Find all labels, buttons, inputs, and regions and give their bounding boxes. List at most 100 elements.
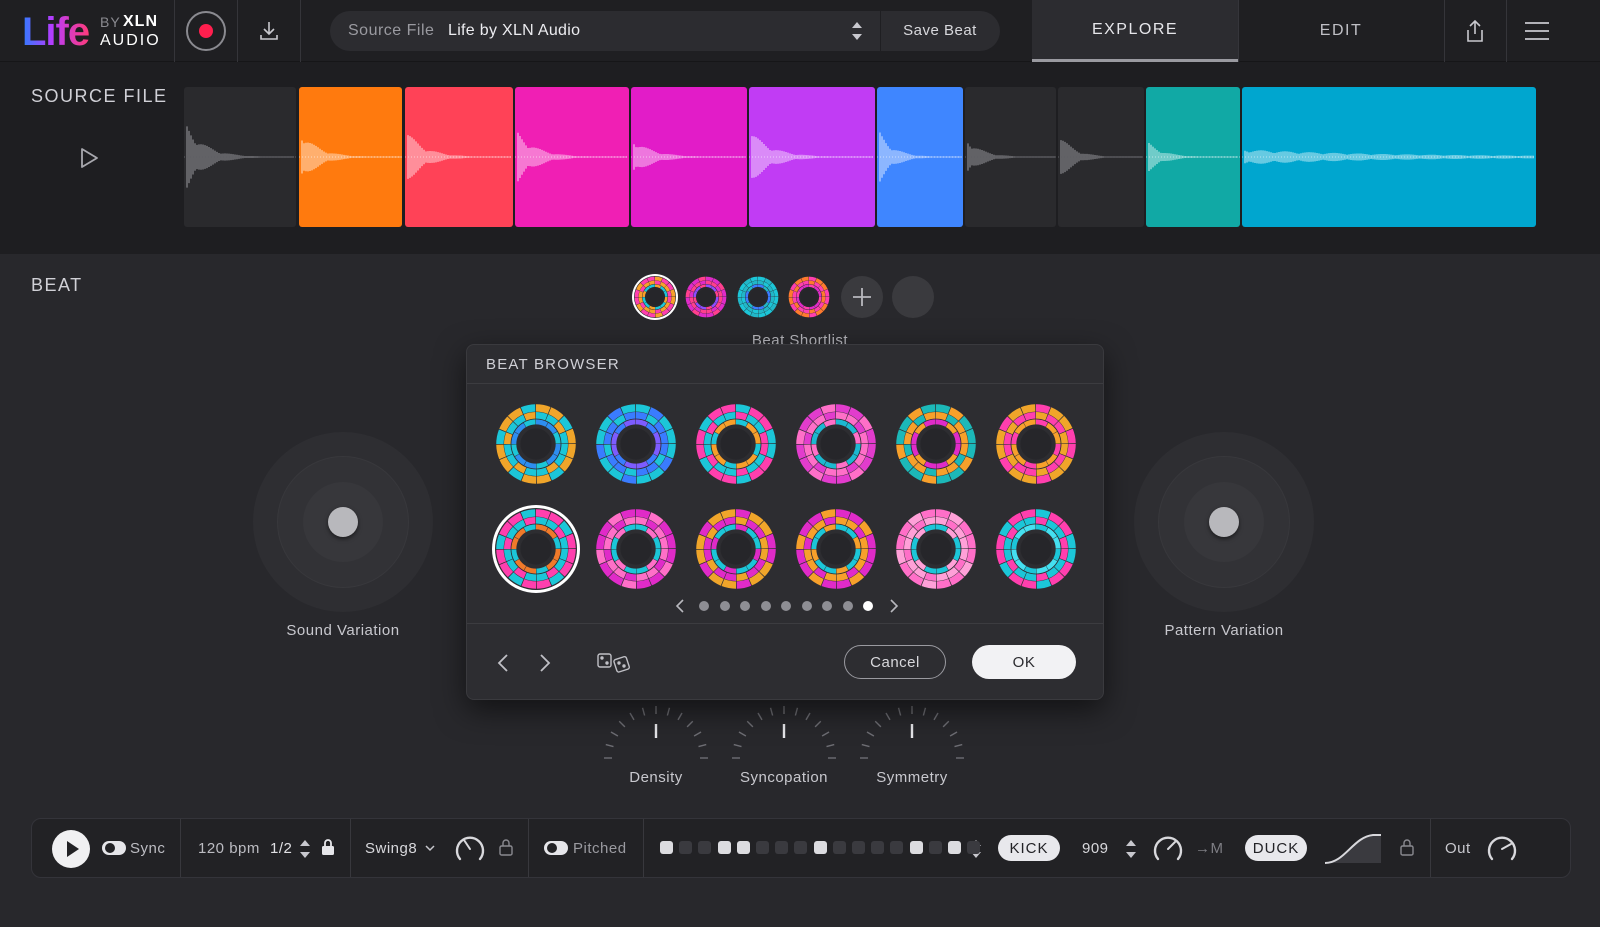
- swing-knob-icon[interactable]: [452, 831, 488, 867]
- save-beat-button[interactable]: Save Beat: [890, 22, 990, 39]
- duck-lock-icon[interactable]: [1399, 837, 1415, 857]
- sound-variation-pad[interactable]: [253, 432, 433, 612]
- sequencer-step[interactable]: [679, 841, 693, 854]
- sequencer-step[interactable]: [890, 841, 904, 854]
- beat-grid-item[interactable]: [495, 508, 577, 590]
- tab-explore[interactable]: EXPLORE: [1032, 0, 1238, 62]
- source-waveform[interactable]: [184, 87, 1568, 227]
- play-source-icon[interactable]: [78, 146, 100, 170]
- swing-lock-icon[interactable]: [498, 837, 514, 857]
- pattern-variation-handle[interactable]: [1209, 507, 1239, 537]
- beat-grid-item[interactable]: [495, 403, 577, 485]
- source-file-selector[interactable]: Source File Life by XLN Audio Save Beat: [330, 11, 1000, 51]
- chevron-down-icon[interactable]: [424, 843, 436, 853]
- waveform-segment[interactable]: [1058, 87, 1144, 227]
- sequencer-step[interactable]: [775, 841, 789, 854]
- page-dot[interactable]: [801, 601, 812, 611]
- sequencer-step[interactable]: [832, 841, 846, 854]
- randomize-dice-icon[interactable]: [595, 651, 635, 675]
- division-value[interactable]: 1/2: [270, 840, 292, 857]
- sequencer-step[interactable]: [852, 841, 865, 854]
- beat-grid-item[interactable]: [795, 508, 877, 590]
- symmetry-dial[interactable]: [857, 700, 967, 760]
- next-beat-icon[interactable]: [537, 652, 553, 674]
- beat-grid-item[interactable]: [695, 508, 777, 590]
- shortlist-beat[interactable]: [685, 276, 727, 318]
- beat-grid-item[interactable]: [595, 508, 677, 590]
- pitched-toggle[interactable]: [544, 841, 568, 855]
- tempo-value[interactable]: 120 bpm: [198, 840, 260, 857]
- division-stepper-icon[interactable]: [298, 836, 312, 862]
- waveform-segment[interactable]: [749, 87, 875, 227]
- page-prev-icon[interactable]: [673, 597, 687, 615]
- shortlist-beat[interactable]: [788, 276, 830, 318]
- share-button[interactable]: [1458, 14, 1492, 48]
- menu-button[interactable]: [1520, 14, 1554, 48]
- waveform-segment[interactable]: [1146, 87, 1240, 227]
- beat-grid-item[interactable]: [595, 403, 677, 485]
- kit-value[interactable]: 909: [1082, 840, 1109, 857]
- shortlist-beat[interactable]: [737, 276, 779, 318]
- page-dot[interactable]: [719, 601, 730, 611]
- sound-variation-handle[interactable]: [328, 507, 358, 537]
- tab-edit[interactable]: EDIT: [1238, 0, 1444, 62]
- page-dot[interactable]: [760, 601, 771, 611]
- waveform-segment[interactable]: [299, 87, 402, 227]
- sequencer-step[interactable]: [871, 841, 885, 854]
- beat-grid-item[interactable]: [795, 403, 877, 485]
- waveform-segment[interactable]: [965, 87, 1056, 227]
- density-dial[interactable]: [601, 700, 711, 760]
- syncopation-dial[interactable]: [729, 700, 839, 760]
- sequencer-step[interactable]: [813, 841, 827, 854]
- waveform-segment[interactable]: [1242, 87, 1536, 227]
- cancel-button[interactable]: Cancel: [844, 645, 946, 679]
- sequencer-step[interactable]: [698, 841, 712, 854]
- beat-grid-item[interactable]: [695, 403, 777, 485]
- ok-button[interactable]: OK: [972, 645, 1076, 679]
- waveform-segment[interactable]: [405, 87, 513, 227]
- kit-knob-icon[interactable]: [1150, 831, 1186, 867]
- waveform-segment[interactable]: [184, 87, 296, 227]
- sequencer-step[interactable]: [736, 841, 750, 854]
- duck-curve-icon[interactable]: [1323, 831, 1383, 867]
- up-down-arrows-icon[interactable]: [848, 17, 866, 45]
- beat-grid-item[interactable]: [895, 403, 977, 485]
- beat-grid-item[interactable]: [895, 508, 977, 590]
- to-master-label[interactable]: →M: [1195, 840, 1224, 857]
- sequencer-step[interactable]: [756, 841, 769, 854]
- page-dot[interactable]: [822, 601, 832, 611]
- duck-button[interactable]: DUCK: [1245, 835, 1307, 861]
- pattern-variation-pad[interactable]: [1134, 432, 1314, 612]
- previous-beat-icon[interactable]: [495, 652, 511, 674]
- sequencer-step[interactable]: [717, 841, 731, 854]
- sequencer-step[interactable]: [909, 841, 923, 854]
- page-dot[interactable]: [699, 601, 709, 611]
- output-knob-icon[interactable]: [1484, 831, 1520, 867]
- sequencer-step[interactable]: [948, 841, 961, 854]
- waveform-segment[interactable]: [631, 87, 747, 227]
- sync-toggle[interactable]: [102, 841, 126, 855]
- swing-select[interactable]: Swing8: [365, 840, 417, 857]
- page-dot[interactable]: [781, 601, 791, 611]
- waveform-segment[interactable]: [515, 87, 629, 227]
- page-next-icon[interactable]: [887, 597, 901, 615]
- record-button[interactable]: [186, 11, 226, 51]
- beat-grid-item[interactable]: [995, 508, 1077, 590]
- download-button[interactable]: [252, 14, 286, 48]
- lock-icon[interactable]: [320, 837, 336, 857]
- shortlist-beat[interactable]: [634, 276, 676, 318]
- sequencer-step[interactable]: [967, 841, 981, 854]
- waveform-segment[interactable]: [877, 87, 963, 227]
- kit-stepper-icon[interactable]: [1124, 836, 1138, 862]
- add-to-shortlist-button[interactable]: [841, 276, 883, 318]
- play-button[interactable]: [52, 830, 90, 868]
- page-dot[interactable]: [842, 601, 853, 611]
- page-dot[interactable]: [740, 601, 750, 611]
- page-dot[interactable]: [863, 601, 873, 611]
- kick-button[interactable]: KICK: [998, 835, 1060, 861]
- shortlist-empty-slot[interactable]: [892, 276, 934, 318]
- sequencer-step[interactable]: [794, 841, 808, 854]
- beat-grid-item[interactable]: [995, 403, 1077, 485]
- sequencer-step[interactable]: [660, 841, 673, 854]
- sequencer-step[interactable]: [928, 841, 942, 854]
